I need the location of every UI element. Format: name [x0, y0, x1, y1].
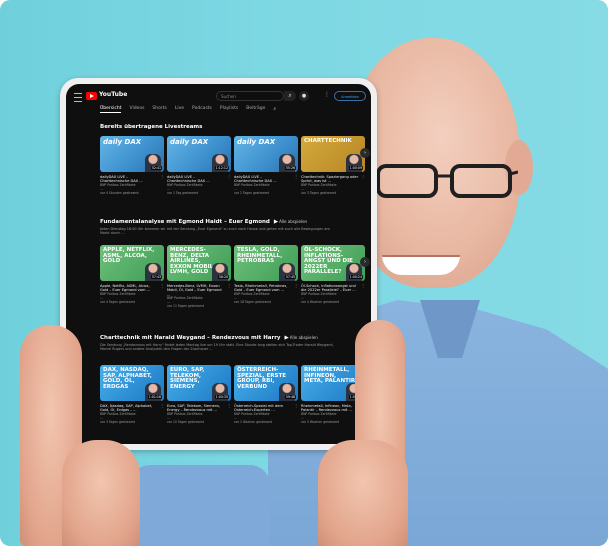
right-palm — [318, 440, 408, 546]
video-age: vor 11 Tagen gestreamt — [167, 304, 204, 309]
settings-menu-icon[interactable]: ⋮ — [324, 91, 330, 98]
section-description: Die Sendung „Rendezvous mit Harry“ finde… — [100, 343, 334, 352]
video-card[interactable]: ÖSTERREICH-SPEZIAL, ERSTE GROUP, RBI, VE… — [234, 365, 298, 425]
video-age: vor 4 Tagen gestreamt — [100, 299, 135, 304]
menu-icon[interactable] — [74, 93, 82, 102]
more-options-icon[interactable]: ⋮ — [160, 403, 164, 408]
video-card[interactable]: APPLE, NETFLIX, ASML, ALCOA, GOLD 57:43 … — [100, 245, 164, 305]
play-icon[interactable]: ▶ — [274, 219, 278, 225]
video-card[interactable]: daily DAX 52:41 dailyDAX LIVE – Charttec… — [100, 136, 164, 196]
channel-search-icon[interactable]: ⌕ — [273, 106, 276, 113]
play-all-button[interactable]: Alle abspielen — [290, 335, 318, 340]
more-options-icon[interactable]: ⋮ — [227, 283, 231, 288]
signin-button[interactable]: Anmelden — [334, 91, 366, 101]
video-card[interactable]: MERCEDES-BENZ, DELTA AIRLINES, EXXON MOB… — [167, 245, 231, 309]
video-thumbnail[interactable]: EURO, SAP, TELEKOM, SIEMENS, ENERGY 1:00… — [167, 365, 231, 401]
more-options-icon[interactable]: ⋮ — [361, 174, 365, 179]
video-card[interactable]: daily DAX 55:26 dailyDAX LIVE – Charttec… — [234, 136, 298, 196]
more-options-icon[interactable]: ⋮ — [160, 174, 164, 179]
play-icon[interactable]: ▶ — [285, 335, 289, 341]
video-row: DAX, NASDAQ, SAP, ALPHABET, GOLD, ÖL, ER… — [100, 365, 370, 435]
video-thumbnail[interactable]: CHARTTECHNIK 1:00:09 — [301, 136, 365, 172]
tablet: YouTube Suchen ⌕ ● ⋮ Anmelden Übersicht … — [60, 78, 377, 450]
tab-videos[interactable]: Videos — [129, 106, 144, 113]
more-options-icon[interactable]: ⋮ — [361, 283, 365, 288]
chevron-right-icon[interactable]: › — [360, 257, 370, 267]
section-title: Fundamentalanalyse mit Egmond Haidt – Eu… — [100, 219, 308, 225]
more-options-icon[interactable]: ⋮ — [294, 403, 298, 408]
glasses — [376, 164, 518, 198]
video-age: vor 10 Tagen gestreamt — [167, 419, 204, 424]
youtube-logo-text[interactable]: YouTube — [99, 91, 127, 98]
video-thumbnail[interactable]: TESLA, GOLD, RHEINMETALL, PETROBRAS 57:4… — [234, 245, 298, 281]
video-row: daily DAX 52:41 dailyDAX LIVE – Charttec… — [100, 136, 370, 206]
tab-playlists[interactable]: Playlists — [220, 106, 238, 113]
video-card[interactable]: CHARTTECHNIK 1:00:09 Charttechnik: Spazi… — [301, 136, 365, 196]
video-card[interactable]: ÖL-SCHOCK, INFLATIONS-ANGST und die 2022… — [301, 245, 365, 305]
duration-badge: 55:26 — [284, 166, 296, 170]
search-icon[interactable]: ⌕ — [284, 91, 296, 101]
video-age: vor 4 Stunden gestreamt — [100, 190, 139, 195]
more-options-icon[interactable]: ⋮ — [227, 174, 231, 179]
video-age: vor 1 Tag gestreamt — [167, 190, 199, 195]
tab-podcasts[interactable]: Podcasts — [192, 106, 212, 113]
video-thumbnail[interactable]: ÖSTERREICH-SPEZIAL, ERSTE GROUP, RBI, VE… — [234, 365, 298, 401]
duration-badge: 1:12:12 — [214, 166, 229, 170]
chevron-right-icon[interactable]: › — [360, 148, 370, 158]
more-options-icon[interactable]: ⋮ — [294, 283, 298, 288]
video-thumbnail[interactable]: ÖL-SCHOCK, INFLATIONS-ANGST und die 2022… — [301, 245, 365, 281]
video-thumbnail[interactable]: DAX, NASDAQ, SAP, ALPHABET, GOLD, ÖL, ER… — [100, 365, 164, 401]
video-age: vor 2 Tagen gestreamt — [234, 190, 269, 195]
video-thumbnail[interactable]: daily DAX 1:12:12 — [167, 136, 231, 172]
play-all-button[interactable]: Alle abspielen — [279, 219, 307, 224]
video-row: APPLE, NETFLIX, ASML, ALCOA, GOLD 57:43 … — [100, 245, 370, 315]
duration-badge: 57:43 — [150, 275, 162, 279]
duration-badge: 57:45 — [284, 275, 296, 279]
video-age: vor 4 Wochen gestreamt — [301, 299, 340, 304]
more-options-icon[interactable]: ⋮ — [294, 174, 298, 179]
duration-badge: 59:48 — [284, 395, 296, 399]
duration-badge: 1:00:35 — [214, 395, 229, 399]
tab-live[interactable]: Live — [175, 106, 184, 113]
more-options-icon[interactable]: ⋮ — [227, 403, 231, 408]
video-thumbnail[interactable]: daily DAX 52:41 — [100, 136, 164, 172]
tab-overview[interactable]: Übersicht — [100, 106, 122, 113]
duration-badge: 1:00:24 — [348, 275, 363, 279]
youtube-logo-icon[interactable] — [86, 92, 97, 100]
tab-posts[interactable]: Beiträge — [246, 106, 265, 113]
video-age: vor 3 Tagen gestreamt — [100, 419, 135, 424]
person-sleeve — [130, 465, 270, 546]
video-age: vor 18 Tagen gestreamt — [234, 299, 271, 304]
search-input[interactable]: Suchen — [216, 91, 284, 101]
video-card[interactable]: DAX, NASDAQ, SAP, ALPHABET, GOLD, ÖL, ER… — [100, 365, 164, 425]
section-description: Jeden Dienstag 18:00 Uhr kommen wir mit … — [100, 227, 330, 236]
section-title: Charttechnik mit Harald Weygand – Rendez… — [100, 335, 318, 341]
tab-shorts[interactable]: Shorts — [152, 106, 166, 113]
video-card[interactable]: daily DAX 1:12:12 dailyDAX LIVE – Chartt… — [167, 136, 231, 196]
video-card[interactable]: TESLA, GOLD, RHEINMETALL, PETROBRAS 57:4… — [234, 245, 298, 305]
duration-badge: 58:20 — [217, 275, 229, 279]
duration-badge: 1:00:09 — [348, 166, 363, 170]
youtube-screen: YouTube Suchen ⌕ ● ⋮ Anmelden Übersicht … — [66, 84, 371, 444]
video-thumbnail[interactable]: daily DAX 55:26 — [234, 136, 298, 172]
video-thumbnail[interactable]: MERCEDES-BENZ, DELTA AIRLINES, EXXON MOB… — [167, 245, 231, 281]
photo-frame: YouTube Suchen ⌕ ● ⋮ Anmelden Übersicht … — [0, 0, 608, 546]
person-smile — [382, 255, 460, 275]
mic-icon[interactable]: ● — [299, 91, 309, 101]
video-age: vor 2 Wochen gestreamt — [234, 419, 273, 424]
duration-badge: 52:41 — [150, 166, 162, 170]
video-age: vor 3 Wochen gestreamt — [301, 419, 340, 424]
channel-tabs: Übersicht Videos Shorts Live Podcasts Pl… — [100, 106, 276, 113]
left-palm — [62, 440, 140, 546]
video-age: vor 3 Tagen gestreamt — [301, 190, 336, 195]
video-thumbnail[interactable]: APPLE, NETFLIX, ASML, ALCOA, GOLD 57:43 — [100, 245, 164, 281]
more-options-icon[interactable]: ⋮ — [160, 283, 164, 288]
duration-badge: 1:01:16 — [147, 395, 162, 399]
video-card[interactable]: EURO, SAP, TELEKOM, SIEMENS, ENERGY 1:00… — [167, 365, 231, 425]
section-title: Bereits übertragene Livestreams — [100, 124, 203, 130]
